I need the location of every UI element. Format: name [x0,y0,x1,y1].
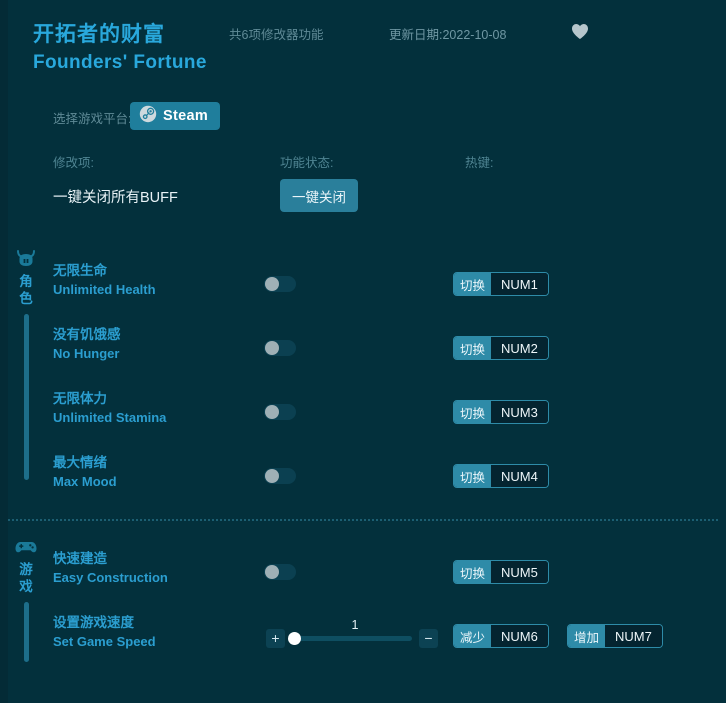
table-row: 快速建造 Easy Construction 切换 NUM5 [0,542,726,606]
toggle-knob [265,405,279,419]
toggle-knob [265,341,279,355]
row-label-cn: 最大情绪 [53,455,107,470]
hotkey-unlimited-stamina[interactable]: 切换 NUM3 [453,400,549,424]
row-label-en: Set Game Speed [53,634,156,649]
hotkey-decrease-speed[interactable]: 减少 NUM6 [453,624,549,648]
section-gameplay: 游戏 快速建造 Easy Construction 切换 NUM5 设置游戏速度… [0,536,726,676]
table-row: 无限体力 Unlimited Stamina 切换 NUM3 [0,382,726,446]
row-labels: 没有饥饿感 No Hunger [53,326,121,362]
update-date: 更新日期:2022-10-08 [389,28,507,42]
favorite-button[interactable] [569,20,591,42]
row-labels: 快速建造 Easy Construction [53,550,168,586]
table-row: 无限生命 Unlimited Health 切换 NUM1 [0,254,726,318]
column-header-hotkey: 热键: [465,156,494,170]
hotkey-action: 切换 [454,401,492,423]
row-label-en: Easy Construction [53,570,168,585]
toggle-max-mood[interactable] [264,468,296,484]
hotkey-action: 切换 [454,465,492,487]
hotkey-increase-speed[interactable]: 增加 NUM7 [567,624,663,648]
row-labels: 最大情绪 Max Mood [53,454,117,490]
hotkey-key: NUM2 [491,337,548,359]
hotkey-easy-construction[interactable]: 切换 NUM5 [453,560,549,584]
row-label-cn: 没有饥饿感 [53,327,121,342]
hotkey-key: NUM1 [491,273,548,295]
game-speed-slider[interactable]: + 1 − [266,618,438,654]
toggle-knob [265,277,279,291]
table-row: 设置游戏速度 Set Game Speed + 1 − 减少 NUM6 增加 N… [0,606,726,670]
steam-icon [139,105,157,128]
section-characters: 角色 无限生命 Unlimited Health 切换 NUM1 没有饥饿感 N… [0,248,726,498]
hotkey-max-mood[interactable]: 切换 NUM4 [453,464,549,488]
close-all-buffs-label: 一键关闭所有BUFF [53,190,178,206]
toggle-knob [265,565,279,579]
hotkey-action: 切换 [454,337,492,359]
platform-button-label: Steam [163,108,209,124]
slider-value: 1 [351,618,359,632]
hotkey-action: 减少 [454,625,492,647]
toggle-unlimited-stamina[interactable] [264,404,296,420]
row-label-en: Unlimited Health [53,282,156,297]
platform-label: 选择游戏平台: [53,112,132,126]
row-label-cn: 无限生命 [53,263,107,278]
column-header-option: 修改项: [53,156,94,170]
trainer-page: 开拓者的财富 Founders' Fortune 共6项修改器功能 更新日期:2… [0,0,726,703]
row-labels: 无限生命 Unlimited Health [53,262,156,298]
row-label-en: Unlimited Stamina [53,410,167,425]
row-labels: 无限体力 Unlimited Stamina [53,390,166,426]
feature-count: 共6项修改器功能 [229,28,324,42]
row-label-cn: 快速建造 [53,551,107,566]
hotkey-no-hunger[interactable]: 切换 NUM2 [453,336,549,360]
toggle-no-hunger[interactable] [264,340,296,356]
page-title-en: Founders' Fortune [33,52,207,73]
hotkey-unlimited-health[interactable]: 切换 NUM1 [453,272,549,296]
page-title-cn: 开拓者的财富 [33,23,165,46]
table-row: 最大情绪 Max Mood 切换 NUM4 [0,446,726,510]
slider-thumb[interactable] [288,632,301,645]
hotkey-key: NUM4 [491,465,548,487]
slider-track[interactable] [292,636,412,641]
column-header-status: 功能状态: [280,156,334,170]
plus-icon[interactable]: + [266,629,285,648]
row-label-en: Max Mood [53,474,117,489]
hotkey-key: NUM3 [491,401,548,423]
table-row: 没有饥饿感 No Hunger 切换 NUM2 [0,318,726,382]
hotkey-action: 切换 [454,561,492,583]
hotkey-key: NUM6 [491,625,548,647]
row-labels: 设置游戏速度 Set Game Speed [53,614,156,650]
platform-button-steam[interactable]: Steam [130,102,221,130]
minus-icon[interactable]: − [419,629,438,648]
hotkey-key: NUM5 [491,561,548,583]
toggle-easy-construction[interactable] [264,564,296,580]
heart-icon [571,23,589,40]
row-label-en: No Hunger [53,346,120,361]
toggle-unlimited-health[interactable] [264,276,296,292]
row-label-cn: 设置游戏速度 [53,615,134,630]
hotkey-action: 切换 [454,273,492,295]
close-all-button[interactable]: 一键关闭 [280,179,358,212]
toggle-knob [265,469,279,483]
row-label-cn: 无限体力 [53,391,107,406]
section-divider [8,519,718,521]
header: 开拓者的财富 Founders' Fortune 共6项修改器功能 更新日期:2… [0,0,726,140]
hotkey-action: 增加 [568,625,606,647]
hotkey-key: NUM7 [605,625,662,647]
